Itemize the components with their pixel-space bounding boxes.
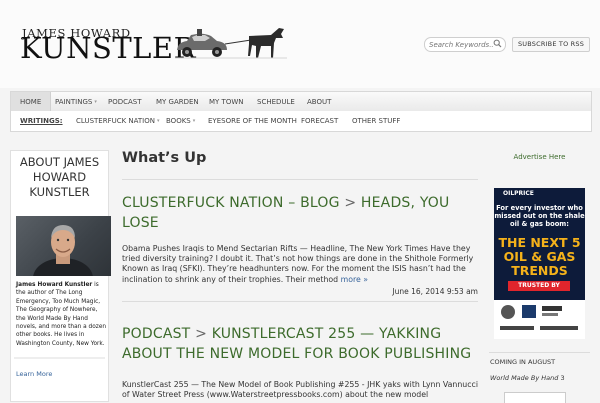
author-photo (16, 216, 111, 276)
post-excerpt: Obama Pushes Iraqis to Mend Sectarian Ri… (122, 244, 478, 285)
ad-partner-logos (494, 300, 585, 339)
subscribe-rss-button[interactable]: SUBSCRIBE TO RSS (512, 37, 590, 52)
car-and-horse-logo-icon (175, 28, 287, 59)
nav-item-eyesore-of-the-month[interactable]: EYESORE OF THE MONTH (208, 111, 297, 131)
nav-item-label: MY GARDEN (156, 98, 199, 106)
nav-item-label: BOOKS (166, 117, 191, 125)
nav-item-label: HOME (20, 98, 42, 106)
ad-brand: OILPRICE (503, 190, 534, 197)
advertisement-banner[interactable]: OILPRICE For every investor who missed o… (494, 188, 585, 339)
nav-item-label: FORECAST (301, 117, 339, 125)
author-bio-text: is the author of The Long Emergency, Too… (16, 282, 107, 347)
nav-item-label: PAINTINGS (55, 98, 93, 106)
book-title-text: World Made By Hand (490, 374, 559, 382)
post-excerpt: KunstlerCast 255 — The New Model of Book… (122, 380, 478, 400)
book-cover-image[interactable] (504, 392, 566, 403)
search-icon[interactable] (493, 39, 502, 48)
ad-lead-text: For every investor who missed out on the… (494, 204, 585, 228)
page-title: What’s Up (122, 150, 207, 166)
search-input[interactable] (429, 38, 493, 51)
post-excerpt-text: Obama Pushes Iraqis to Mend Sectarian Ri… (122, 244, 474, 284)
post-title-separator: > (195, 326, 208, 342)
divider (122, 301, 478, 302)
post-category-link[interactable]: PODCAST (122, 326, 190, 342)
nav-item-label: ABOUT (307, 98, 332, 106)
nav-item-my-town[interactable]: MY TOWN (209, 92, 243, 112)
divider (489, 352, 590, 353)
chevron-down-icon: ▾ (192, 118, 196, 124)
ad-headline: THE NEXT 5 OIL & GAS TRENDS (498, 235, 581, 278)
nav-item-schedule[interactable]: SCHEDULE (257, 92, 295, 112)
nav-item-label: CLUSTERFUCK NATION (76, 117, 155, 125)
about-title: ABOUT JAMES HOWARD KUNSTLER (19, 155, 100, 199)
nav-item-books[interactable]: BOOKS ▾ (166, 111, 195, 131)
coming-in-august-label: COMING IN AUGUST (490, 358, 556, 366)
author-portrait-icon (33, 225, 93, 276)
chevron-down-icon: ▾ (157, 118, 160, 124)
secondary-nav: WRITINGS: CLUSTERFUCK NATION ▾ BOOKS ▾ EYE… (10, 111, 592, 132)
nav-item-my-garden[interactable]: MY GARDEN (156, 92, 199, 112)
post-date: June 16, 2014 9:53 am (392, 287, 478, 296)
ad-trusted-by: TRUSTED BY (508, 281, 570, 291)
author-name: James Howard Kunstler (16, 282, 93, 288)
book-number: 3 (560, 374, 565, 382)
post-category-link[interactable]: CLUSTERFUCK NATION – BLOG (122, 195, 340, 211)
nav-item-paintings[interactable]: PAINTINGS ▾ (55, 92, 97, 112)
nav-item-label: SCHEDULE (257, 98, 295, 106)
post-title: PODCAST > KUNSTLERCAST 255 — YAKKING ABO… (122, 324, 478, 364)
read-more-link[interactable]: more » (341, 275, 368, 284)
site-header: JAMES HOWARD KUNSTLER SUBSCRIBE TO RSS (0, 0, 600, 88)
nav-item-about[interactable]: ABOUT (307, 92, 331, 112)
learn-more-link[interactable]: Learn More (16, 370, 52, 378)
nav-item-other-stuff[interactable]: OTHER STUFF (352, 111, 400, 131)
nav-item-label: PODCAST (108, 98, 142, 106)
upcoming-book-title: World Made By Hand 3 (490, 374, 565, 382)
primary-nav: HOME PAINTINGS ▾ PODCAST MY GARDEN MY TOW… (10, 91, 592, 113)
nav-item-home[interactable]: HOME (11, 92, 52, 112)
about-sidebar: ABOUT JAMES HOWARD KUNSTLER James Howard… (10, 150, 111, 402)
chevron-down-icon: ▾ (94, 99, 97, 105)
advertise-here-link[interactable]: Advertise Here (489, 153, 590, 161)
author-bio: James Howard Kunstler is the author of T… (16, 281, 108, 348)
partner-logos-icon (500, 305, 578, 330)
nav-item-label: MY TOWN (209, 98, 244, 106)
nav-item-podcast[interactable]: PODCAST (108, 92, 142, 112)
logo-name-main[interactable]: KUNSTLER (20, 33, 196, 63)
post-title: CLUSTERFUCK NATION – BLOG > HEADS, YOU L… (122, 193, 478, 233)
divider (122, 179, 478, 180)
nav-writings-label: WRITINGS: (20, 111, 63, 131)
divider (14, 357, 105, 359)
right-sidebar: Advertise Here OILPRICE For every invest… (489, 150, 590, 403)
search-box[interactable] (424, 37, 506, 52)
nav-item-clusterfuck-nation[interactable]: CLUSTERFUCK NATION ▾ (76, 111, 160, 131)
nav-item-forecast[interactable]: FORECAST (301, 111, 338, 131)
nav-item-label: EYESORE OF THE MONTH (208, 117, 297, 125)
post-title-separator: > (344, 195, 357, 211)
nav-item-label: WRITINGS: (20, 117, 63, 125)
nav-item-label: OTHER STUFF (352, 117, 401, 125)
